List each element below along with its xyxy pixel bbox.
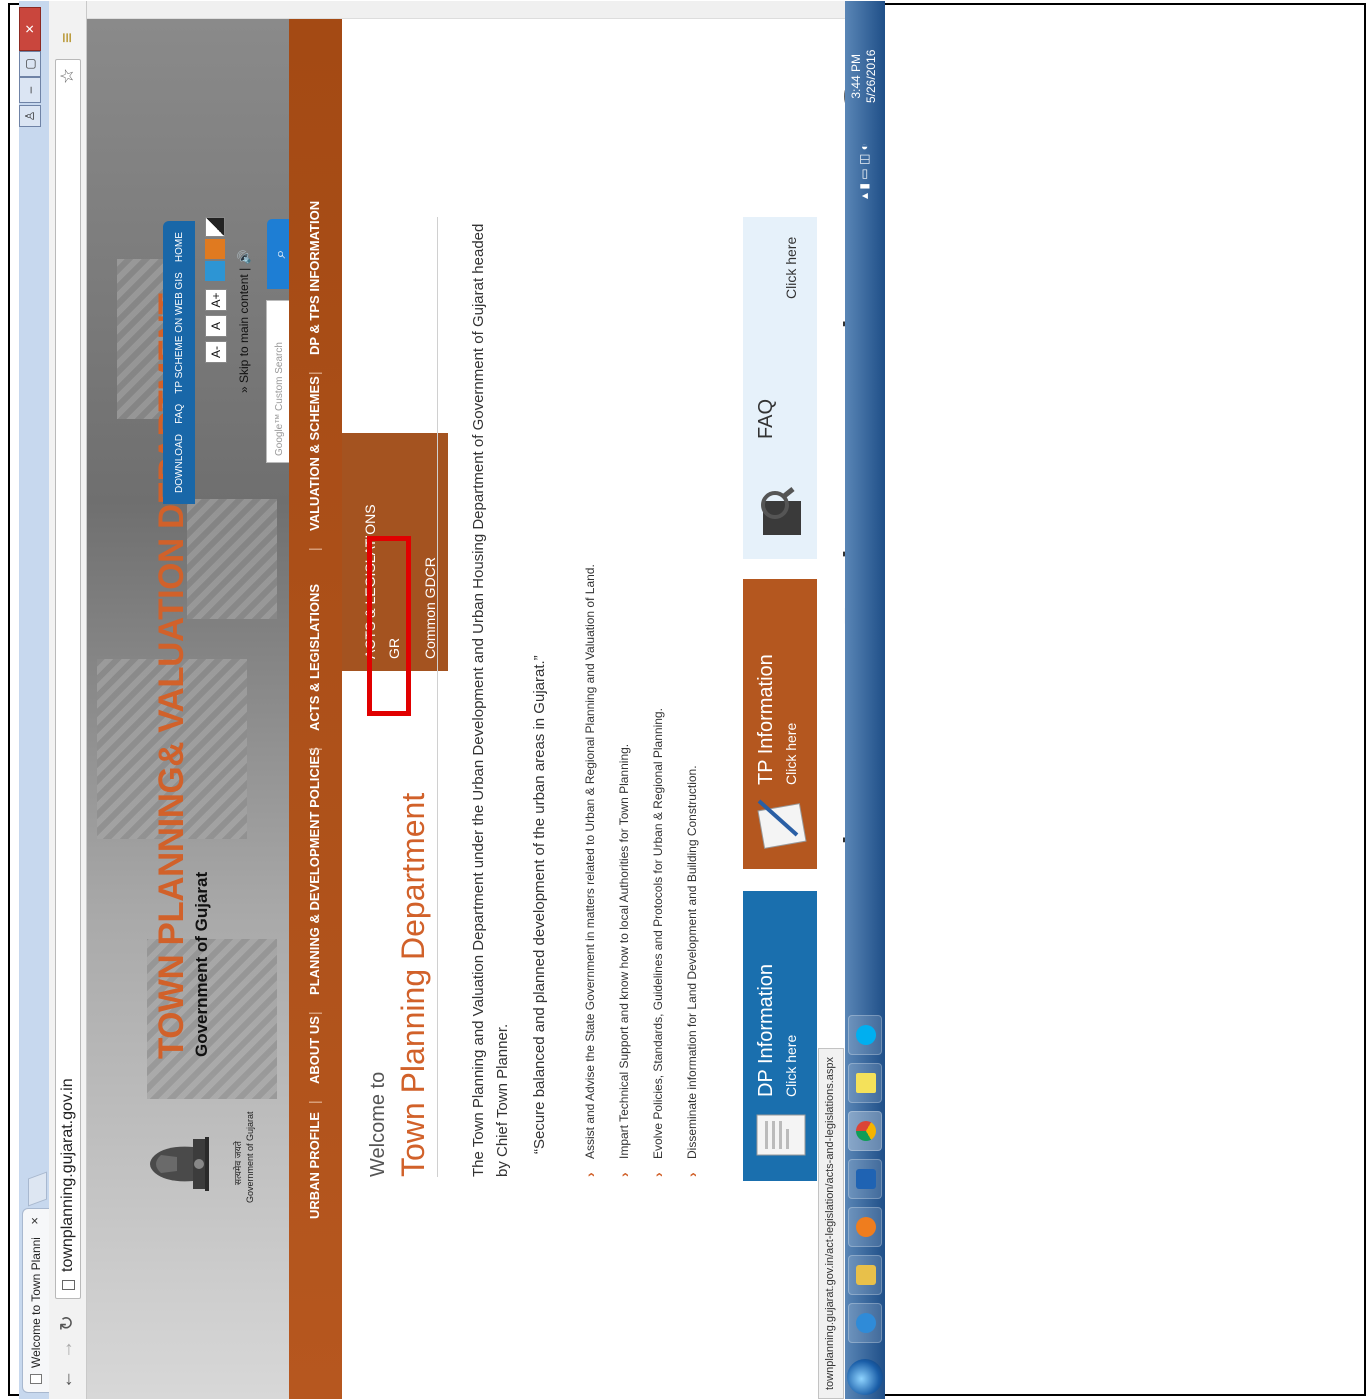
nav-separator: | <box>306 547 322 551</box>
card-link[interactable]: Click here <box>783 237 799 299</box>
list-item: Disseminate information for Land Develop… <box>675 177 709 1177</box>
card-title: TP Information <box>755 654 777 785</box>
bookmark-star-icon[interactable]: ☆ <box>57 68 78 84</box>
page-icon <box>62 1280 75 1290</box>
windows-taskbar: ▴ ▮ ▭ ◫ ◐ 3:44 PM 5/26/2016 <box>845 1 885 1399</box>
clock-time: 3:44 PM <box>849 53 863 99</box>
back-button[interactable]: ← <box>56 1370 78 1389</box>
taskbar-sticky-notes[interactable] <box>848 1063 882 1103</box>
minimize-button[interactable]: – <box>19 77 41 103</box>
google-brand: Google™ <box>274 413 285 456</box>
system-tray-icons[interactable]: ▴ ▮ ▭ ◫ ◐ <box>857 143 871 199</box>
card-link[interactable]: Click here <box>783 723 799 785</box>
nav-valuation-schemes[interactable]: VALUATION & SCHEMES <box>307 376 322 531</box>
user-icon[interactable]: ♙ <box>19 105 41 127</box>
font-increase-button[interactable]: A+ <box>205 289 227 311</box>
list-item: Impart Technical Support and know how to… <box>607 177 641 1177</box>
mission-quote: “Secure balanced and planned development… <box>531 655 548 1154</box>
tab-title: Welcome to Town Plannir <box>29 1238 43 1368</box>
city-photo-block <box>187 499 277 619</box>
faq-magnifier-icon <box>761 487 801 535</box>
state-emblem-icon <box>150 1137 209 1191</box>
browser-tab-bar: Welcome to Town Plannir × ♙ – ▢ ✕ <box>19 1 49 1399</box>
search-input[interactable]: Google™ Custom Search <box>266 300 289 463</box>
emblem-label: Government of Gujarat <box>245 1111 255 1203</box>
address-url: townplanning.gujarat.gov.in <box>59 1078 76 1272</box>
content-divider <box>437 217 438 1177</box>
list-item: Assist and Advise the State Government i… <box>573 177 607 1177</box>
nav-urban-profile[interactable]: URBAN PROFILE <box>307 1112 322 1219</box>
theme-dark-button[interactable] <box>205 217 225 237</box>
browser-tab[interactable]: Welcome to Town Plannir × <box>22 1208 49 1393</box>
taskbar-skype[interactable] <box>848 1015 882 1055</box>
welcome-label: Welcome to <box>367 1071 389 1177</box>
search-button[interactable]: ⌕ <box>267 219 289 289</box>
nav-dp-tps-information[interactable]: DP & TPS INFORMATION <box>307 201 322 355</box>
intro-paragraph: The Town Planning and Valuation Departme… <box>470 223 511 1177</box>
top-link-tp-scheme[interactable]: TP SCHEME ON WEB GIS <box>174 272 185 394</box>
search-placeholder-text: Custom Search <box>274 342 285 411</box>
faq-card[interactable]: FAQ Click here <box>743 217 817 559</box>
theme-orange-button[interactable] <box>205 239 225 259</box>
card-link[interactable]: Click here <box>783 1035 799 1097</box>
header-banner: सत्यमेव जयते Government of Gujarat TOWN … <box>87 19 289 1399</box>
font-decrease-button[interactable]: A- <box>205 341 227 363</box>
card-title: FAQ <box>755 398 777 439</box>
clock-date: 5/26/2016 <box>864 49 878 103</box>
search-placeholder: Google™ Custom Search <box>274 342 285 456</box>
partial-section-heading: What Planning Scheme? <box>834 1 845 929</box>
page-viewport: सत्यमेव जयते Government of Gujarat TOWN … <box>87 1 845 1399</box>
nav-acts-legislations[interactable]: ACTS & LEGISLATIONS <box>307 584 322 731</box>
nav-about-us[interactable]: ABOUT US <box>307 1016 322 1084</box>
paper-pen-icon <box>757 799 807 849</box>
close-window-button[interactable]: ✕ <box>19 7 41 51</box>
nav-planning-policies[interactable]: PLANNING & DEVELOPMENT POLICIES <box>307 747 322 995</box>
taskbar-clock[interactable]: 3:44 PM 5/26/2016 <box>849 50 879 103</box>
responsibility-list: Assist and Advise the State Government i… <box>573 177 709 1177</box>
site-subtitle: Government of Gujarat <box>192 871 211 1057</box>
browser-toolbar: ← → ↻ townplanning.gujarat.gov.in ☆ ≡ <box>49 1 87 1399</box>
page-icon <box>30 1374 42 1384</box>
font-normal-button[interactable]: A <box>205 315 227 337</box>
nav-separator: | <box>306 747 322 751</box>
dp-information-card[interactable]: DP Information Click here <box>743 891 817 1181</box>
document-icon <box>756 1114 806 1156</box>
top-link-home[interactable]: HOME <box>174 232 185 262</box>
nav-separator: | <box>306 371 322 375</box>
rotated-screen: Welcome to Town Plannir × ♙ – ▢ ✕ ← → ↻ … <box>19 1 885 1399</box>
emblem-caption: सत्यमेव जयते <box>233 1141 243 1185</box>
address-bar[interactable]: townplanning.gujarat.gov.in ☆ <box>55 59 81 1299</box>
skip-text: Skip to main content <box>237 274 251 383</box>
taskbar-outlook[interactable] <box>848 1159 882 1199</box>
top-links-bar: DOWNLOAD FAQ TP SCHEME ON WEB GIS HOME <box>163 221 195 504</box>
main-nav: URBAN PROFILE | ABOUT US | PLANNING & DE… <box>289 19 342 1399</box>
browser-menu-icon[interactable]: ≡ <box>57 32 78 43</box>
top-link-faq[interactable]: FAQ <box>174 404 185 424</box>
nav-separator: | <box>306 1100 322 1104</box>
tp-information-card[interactable]: TP Information Click here <box>743 579 817 869</box>
skip-to-content-link[interactable]: » Skip to main content | 🔊 <box>237 250 251 394</box>
page-title: Town Planning Department <box>395 792 431 1177</box>
start-button[interactable] <box>847 1359 883 1395</box>
highlight-box <box>367 536 411 716</box>
top-link-download[interactable]: DOWNLOAD <box>174 434 185 493</box>
reload-button[interactable]: ↻ <box>56 1315 79 1331</box>
dropdown-item-common-gdcr[interactable]: Common GDCR <box>422 557 438 659</box>
card-title: DP Information <box>755 963 777 1097</box>
new-tab-button[interactable] <box>28 1171 47 1207</box>
vertical-scrollbar[interactable] <box>87 1 845 19</box>
close-tab-icon[interactable]: × <box>27 1217 42 1225</box>
nav-separator: | <box>306 1011 322 1015</box>
taskbar-chrome[interactable] <box>848 1111 882 1151</box>
taskbar-ie[interactable] <box>848 1303 882 1343</box>
theme-blue-button[interactable] <box>205 261 225 281</box>
forward-button[interactable]: → <box>56 1340 78 1359</box>
taskbar-explorer[interactable] <box>848 1255 882 1295</box>
search-icon: ⌕ <box>272 249 289 259</box>
list-item: Evolve Policies, Standards, Guidelines a… <box>641 177 675 1177</box>
maximize-button[interactable]: ▢ <box>19 51 41 77</box>
screen-reader-icon[interactable]: 🔊 <box>237 250 251 265</box>
taskbar-media[interactable] <box>848 1207 882 1247</box>
status-bar-url: townplanning.gujarat.gov.in/act-legislat… <box>818 1047 844 1399</box>
